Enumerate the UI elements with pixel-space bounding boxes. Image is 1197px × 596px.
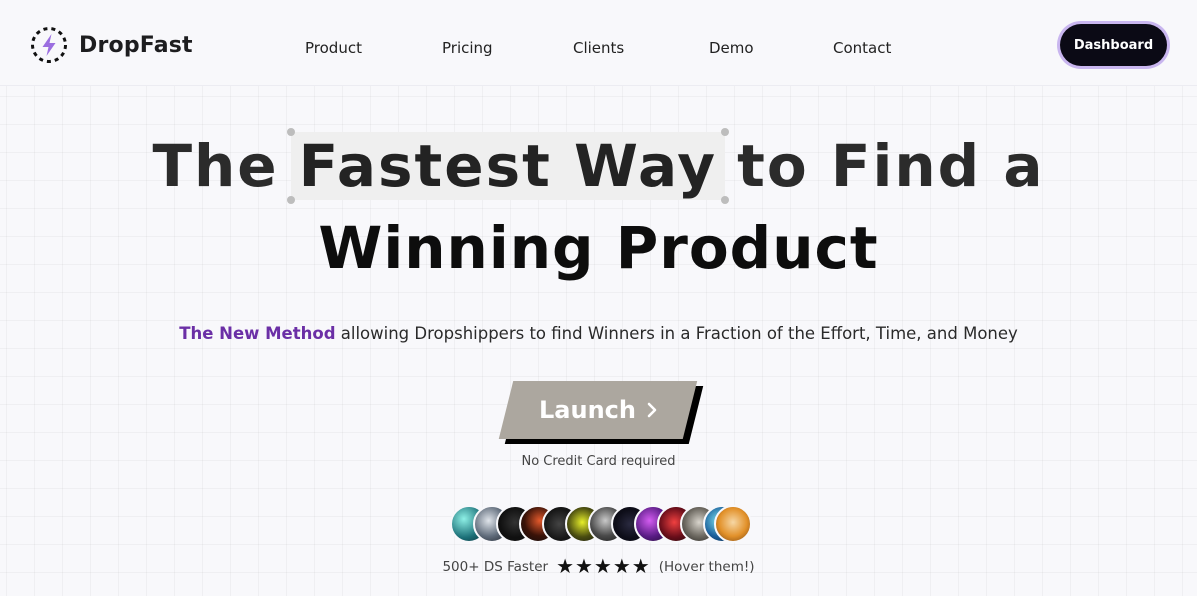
- main-nav: Product Pricing Clients Demo Contact: [0, 39, 1197, 61]
- dashboard-button[interactable]: Dashboard: [1060, 24, 1167, 66]
- social-proof: 500+ DS Faster ★★★★★ (Hover them!): [0, 554, 1197, 578]
- hero-subtitle: The New Method allowing Dropshippers to …: [0, 324, 1197, 343]
- launch-label: Launch: [538, 396, 636, 424]
- avatar-stack: [450, 505, 760, 543]
- nav-product[interactable]: Product: [305, 39, 362, 57]
- dashboard-button-ring: Dashboard: [1057, 21, 1170, 69]
- subtitle-accent: The New Method: [179, 324, 336, 343]
- nav-pricing[interactable]: Pricing: [442, 39, 493, 57]
- no-credit-card-note: No Credit Card required: [521, 454, 676, 469]
- hero-title-highlight: Fastest Way: [298, 132, 718, 200]
- resize-handle-bottom-right: [721, 196, 730, 204]
- hero-title-rest: to Find a: [737, 132, 1045, 200]
- landing-page: DropFast Product Pricing Clients Demo Co…: [0, 0, 1197, 596]
- nav-clients[interactable]: Clients: [573, 39, 624, 57]
- rating-stars: ★★★★★: [556, 554, 651, 578]
- avatar[interactable]: [714, 505, 752, 543]
- launch-button[interactable]: Launch: [498, 381, 698, 439]
- hover-hint: (Hover them!): [658, 559, 755, 575]
- resize-handle-top-left: [286, 128, 295, 136]
- hero-title-line-1: The Fastest Way to Find a: [0, 128, 1197, 204]
- subtitle-text: allowing Dropshippers to find Winners in…: [335, 324, 1018, 343]
- resize-handle-bottom-left: [286, 196, 295, 204]
- launch-button-content: Launch: [539, 396, 658, 424]
- top-navbar: DropFast Product Pricing Clients Demo Co…: [0, 0, 1197, 86]
- nav-demo[interactable]: Demo: [709, 39, 754, 57]
- hero-title-highlight-box: Fastest Way: [286, 128, 730, 204]
- resize-handle-top-right: [721, 128, 730, 136]
- hero-title-the: The: [152, 132, 279, 200]
- chevron-right-icon: [647, 402, 656, 418]
- hero-title-line-2: Winning Product: [318, 214, 879, 282]
- social-proof-label: 500+ DS Faster: [442, 559, 549, 575]
- nav-contact[interactable]: Contact: [833, 39, 891, 57]
